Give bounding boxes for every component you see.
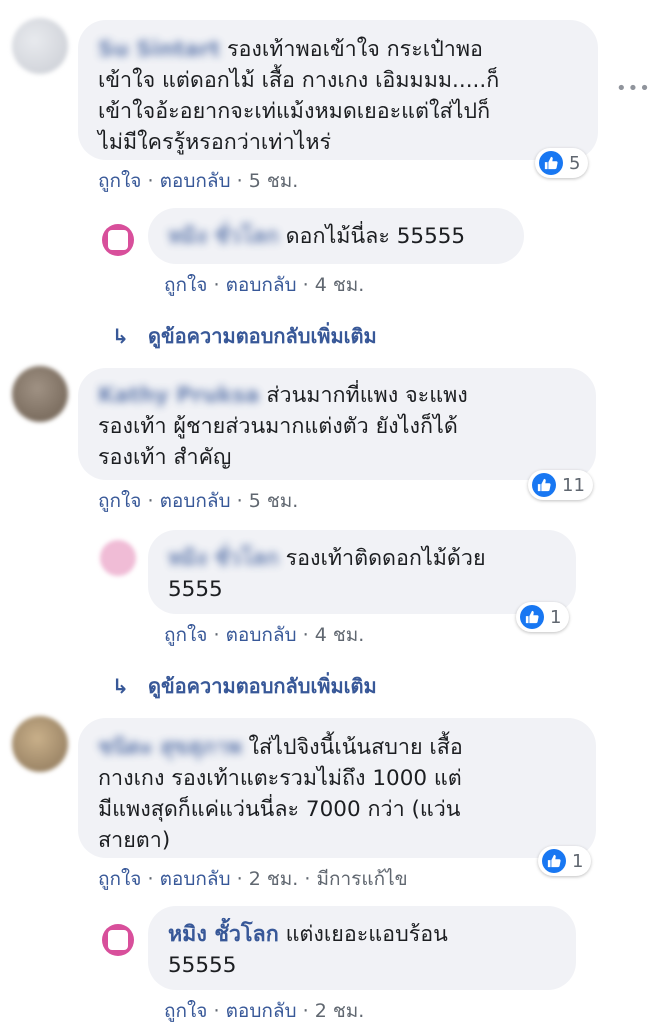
- reaction-count[interactable]: 5: [535, 148, 589, 178]
- like-icon: [542, 849, 566, 873]
- timestamp[interactable]: 4 ชม.: [315, 624, 365, 646]
- reply-arrow-icon: ↳: [112, 674, 129, 698]
- separator: ·: [304, 868, 311, 890]
- comment-author[interactable]: Su Sintart: [98, 37, 220, 62]
- reply-link[interactable]: ตอบกลับ: [160, 170, 231, 192]
- separator: ·: [147, 170, 154, 192]
- avatar[interactable]: [102, 924, 134, 956]
- timestamp[interactable]: 2 ชม.: [315, 1000, 365, 1022]
- view-more-replies[interactable]: ↳ ดูข้อความตอบกลับเพิ่มเติม: [112, 320, 377, 352]
- comment-actions: ถูกใจ · ตอบกลับ · 5 ชม.: [98, 166, 298, 196]
- separator: ·: [302, 624, 309, 646]
- separator: ·: [236, 868, 243, 890]
- like-link[interactable]: ถูกใจ: [98, 170, 141, 192]
- comment-author[interactable]: ชนิดะ สุขสุภาพ: [98, 735, 242, 760]
- separator: ·: [302, 274, 309, 296]
- separator: ·: [213, 274, 220, 296]
- comment-author[interactable]: Kathy Pruksa: [98, 383, 260, 408]
- reaction-count[interactable]: 1: [538, 846, 592, 876]
- like-link[interactable]: ถูกใจ: [164, 274, 207, 296]
- like-icon: [520, 605, 544, 629]
- avatar-inner: [108, 230, 128, 250]
- reaction-number: 11: [562, 474, 585, 496]
- comment-actions: ถูกใจ · ตอบกลับ · 2 ชม. · มีการแก้ไข: [98, 864, 408, 894]
- comment-line: รองเท้า สำคัญ: [98, 445, 232, 470]
- comment-line: Kathy Pruksa ส่วนมากที่แพง จะแพง: [98, 383, 468, 408]
- comment-line: ชนิดะ สุขสุภาพ ใส่ไปจิงนี้เน้นสบาย เสื้อ: [98, 735, 463, 760]
- comment-line: หมิง ชั่วโลก ดอกไม้นี่ละ 55555: [168, 224, 466, 249]
- comment-line: เข้าใจอ้ะอยากจะเท่แม้งหมดเยอะแต่ใส่ไปก็: [98, 99, 491, 124]
- comment-actions: ถูกใจ · ตอบกลับ · 4 ชม.: [164, 620, 364, 650]
- comment-line: รองเท้า ผู้ชายส่วนมากแต่งตัว ยังไงก็ได้: [98, 414, 458, 439]
- reaction-number: 1: [572, 850, 584, 872]
- avatar[interactable]: [12, 716, 68, 772]
- separator: ·: [302, 1000, 309, 1022]
- reply-link[interactable]: ตอบกลับ: [226, 624, 297, 646]
- avatar-inner: [108, 930, 128, 950]
- comment-bubble: ชนิดะ สุขสุภาพ ใส่ไปจิงนี้เน้นสบาย เสื้อ…: [78, 718, 596, 858]
- comment-bubble: Kathy Pruksa ส่วนมากที่แพง จะแพง รองเท้า…: [78, 368, 596, 480]
- reply-bubble: หมิง ชั้วโลก แต่งเยอะแอบร้อน 55555: [148, 906, 576, 990]
- reply-link[interactable]: ตอบกลับ: [160, 868, 231, 890]
- reply-arrow-icon: ↳: [112, 324, 129, 348]
- reply-link[interactable]: ตอบกลับ: [226, 1000, 297, 1022]
- timestamp[interactable]: 5 ชม.: [249, 490, 299, 512]
- comment-line: สายตา): [98, 828, 171, 853]
- comment-author[interactable]: หมิง ชั้วโลก: [168, 922, 279, 947]
- comment-author[interactable]: หมิง ชั่วโลก: [168, 546, 279, 571]
- reply-link[interactable]: ตอบกลับ: [226, 274, 297, 296]
- timestamp[interactable]: 2 ชม.: [249, 868, 299, 890]
- separator: ·: [147, 868, 154, 890]
- reply-bubble: หมิง ชั่วโลก รองเท้าติดดอกไม้ด้วย 5555: [148, 530, 576, 614]
- reply-bubble: หมิง ชั่วโลก ดอกไม้นี่ละ 55555: [148, 208, 524, 264]
- reaction-number: 5: [569, 152, 581, 174]
- comment-actions: ถูกใจ · ตอบกลับ · 4 ชม.: [164, 270, 364, 300]
- comment-author[interactable]: หมิง ชั่วโลก: [168, 224, 279, 249]
- comment-line: 5555: [168, 577, 223, 602]
- reaction-count[interactable]: 1: [516, 602, 570, 632]
- comment-line: หมิง ชั้วโลก แต่งเยอะแอบร้อน: [168, 922, 448, 947]
- view-more-replies[interactable]: ↳ ดูข้อความตอบกลับเพิ่มเติม: [112, 670, 377, 702]
- separator: ·: [236, 490, 243, 512]
- like-icon: [532, 473, 556, 497]
- ellipsis-icon[interactable]: •••: [616, 78, 651, 99]
- reaction-number: 1: [550, 606, 562, 628]
- avatar[interactable]: [12, 366, 68, 422]
- like-icon: [539, 151, 563, 175]
- avatar[interactable]: [102, 224, 134, 256]
- avatar[interactable]: [100, 540, 136, 576]
- edited-label[interactable]: มีการแก้ไข: [316, 868, 407, 890]
- avatar[interactable]: [12, 18, 68, 74]
- comment-bubble: Su Sintart รองเท้าพอเข้าใจ กระเป๋าพอ เข้…: [78, 20, 598, 160]
- separator: ·: [213, 624, 220, 646]
- comment-line: หมิง ชั่วโลก รองเท้าติดดอกไม้ด้วย: [168, 546, 486, 571]
- comment-line: Su Sintart รองเท้าพอเข้าใจ กระเป๋าพอ: [98, 37, 483, 62]
- like-link[interactable]: ถูกใจ: [164, 624, 207, 646]
- separator: ·: [236, 170, 243, 192]
- comment-line: เข้าใจ แต่ดอกไม้ เสื้อ กางเกง เอิมมมม...…: [98, 68, 500, 93]
- comment-actions: ถูกใจ · ตอบกลับ · 2 ชม.: [164, 996, 364, 1026]
- like-link[interactable]: ถูกใจ: [164, 1000, 207, 1022]
- comment-line: 55555: [168, 953, 237, 978]
- timestamp[interactable]: 4 ชม.: [315, 274, 365, 296]
- separator: ·: [147, 490, 154, 512]
- reply-link[interactable]: ตอบกลับ: [160, 490, 231, 512]
- comment-line: ไม่มีใครรู้หรอกว่าเท่าไหร่: [98, 130, 332, 155]
- separator: ·: [213, 1000, 220, 1022]
- like-link[interactable]: ถูกใจ: [98, 490, 141, 512]
- timestamp[interactable]: 5 ชม.: [249, 170, 299, 192]
- reaction-count[interactable]: 11: [528, 470, 593, 500]
- comment-actions: ถูกใจ · ตอบกลับ · 5 ชม.: [98, 486, 298, 516]
- comment-line: มีแพงสุดก็แค่แว่นนี่ละ 7000 กว่า (แว่น: [98, 797, 461, 822]
- comment-line: กางเกง รองเท้าแตะรวมไม่ถึง 1000 แต่: [98, 766, 462, 791]
- like-link[interactable]: ถูกใจ: [98, 868, 141, 890]
